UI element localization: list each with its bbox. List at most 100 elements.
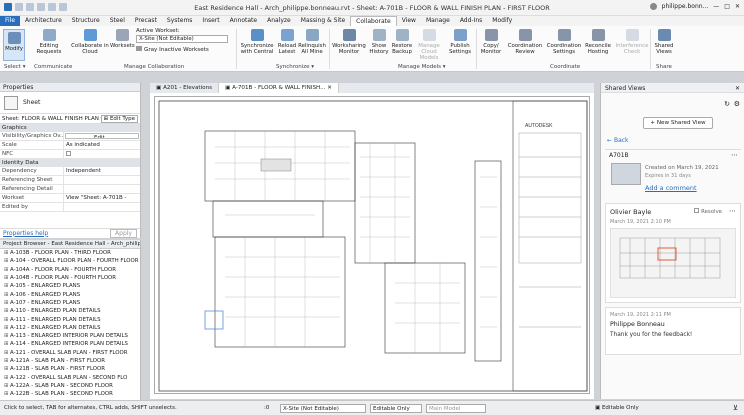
collaborate-in-cloud-button[interactable]: Collaborate in Cloud <box>70 29 110 55</box>
user-name[interactable]: philippe.bonn... <box>662 3 709 10</box>
active-workset-status-dropdown[interactable]: X-Site (Not Editable) <box>280 404 366 413</box>
browser-item[interactable]: ⊞ A-122A - SLAB PLAN - SECOND FLOOR <box>0 382 140 390</box>
browser-item[interactable]: ⊞ A-107 - ENLARGED PLANS <box>0 299 140 307</box>
vg-overrides-edit-button[interactable]: Edit... <box>65 133 139 139</box>
reload-latest-button[interactable]: Reload Latest <box>276 29 298 55</box>
minimize-icon[interactable]: — <box>713 3 719 10</box>
tab-architecture[interactable]: Architecture <box>20 16 67 26</box>
browser-item[interactable]: ⊞ A-121A - SLAB PLAN - FIRST FLOOR <box>0 357 140 365</box>
category-graphics[interactable]: Graphics <box>0 124 140 132</box>
coordination-review-button[interactable]: Coordination Review <box>506 29 544 55</box>
comment-more-icon[interactable]: ⋯ <box>729 207 736 215</box>
prop-key: Visibility/Graphics Ov... <box>2 132 64 140</box>
tab-close-icon[interactable]: ✕ <box>327 85 332 91</box>
manage-cloud-models-button[interactable]: Manage Cloud Models <box>414 29 444 61</box>
coordination-settings-button[interactable]: Coordination Settings <box>546 29 582 55</box>
browser-item[interactable]: ⊞ A-106 - ENLARGED PLANS <box>0 290 140 298</box>
tab-a201-elevations[interactable]: ▣ A201 - Elevations <box>150 83 220 93</box>
worksharing-monitor-button[interactable]: Worksharing Monitor <box>332 29 366 55</box>
browser-item[interactable]: ⊞ A-114 - ENLARGED INTERIOR PLAN DETAILS <box>0 340 140 348</box>
tab-view[interactable]: View <box>397 16 421 26</box>
browser-item[interactable]: ⊞ A-105 - ENLARGED PLANS <box>0 282 140 290</box>
shared-views-button[interactable]: Shared Views <box>652 29 676 55</box>
browser-item[interactable]: ⊞ A-103B - FLOOR PLAN - THIRD FLOOR <box>0 249 140 257</box>
tab-analyze[interactable]: Analyze <box>262 16 296 26</box>
active-workset-dropdown[interactable]: X-Site (Not Editable) <box>136 35 228 43</box>
window-title: East Residence Hall - Arch_philippe.bonn… <box>194 4 550 12</box>
browser-item[interactable]: ⊞ A-112 - ENLARGED PLAN DETAILS <box>0 324 140 332</box>
browser-item[interactable]: ⊞ A-110 - ENLARGED PLAN DETAILS <box>0 307 140 315</box>
design-option-dropdown[interactable]: Main Model <box>426 404 486 413</box>
maximize-icon[interactable]: □ <box>724 3 730 10</box>
user-icon[interactable] <box>649 3 657 10</box>
browser-item-label: A-105 - ENLARGED PLANS <box>10 283 81 290</box>
new-shared-view-button[interactable]: + New Shared View <box>643 117 713 129</box>
synchronize-with-central-button[interactable]: Synchronize with Central <box>238 29 276 55</box>
sheet-canvas[interactable]: AUTODESK <box>154 96 590 394</box>
interference-check-button[interactable]: Interference Check <box>614 29 650 55</box>
prop-value[interactable]: As indicated <box>64 141 102 149</box>
tab-collaborate[interactable]: Collaborate <box>350 16 397 26</box>
browser-item[interactable]: ⊞ A-121 - OVERALL SLAB PLAN - FIRST FLOOR <box>0 349 140 357</box>
refresh-icon[interactable]: ↻ <box>724 100 730 108</box>
properties-help-link[interactable]: Properties help <box>3 230 48 237</box>
editable-only-toggle[interactable]: ▣ Editable Only <box>595 405 639 411</box>
modify-button[interactable]: Modify <box>3 29 25 61</box>
more-options-icon[interactable]: ⋯ <box>731 151 738 159</box>
browser-item[interactable]: ⊞ A-113 - ENLARGED INTERIOR PLAN DETAILS <box>0 332 140 340</box>
tab-manage[interactable]: Manage <box>421 16 455 26</box>
browser-item[interactable]: ⊞ A-122 - OVERALL SLAB PLAN - SECOND FLO <box>0 373 140 381</box>
editing-requests-button[interactable]: Editing Requests <box>34 29 64 55</box>
tab-structure[interactable]: Structure <box>67 16 105 26</box>
prop-value[interactable] <box>64 185 68 193</box>
group-manage-models[interactable]: Manage Models ▾ <box>398 64 445 70</box>
editable-only-status[interactable]: Editable Only <box>370 404 422 413</box>
markup-thumbnail[interactable] <box>610 228 736 298</box>
group-synchronize[interactable]: Synchronize ▾ <box>276 64 314 70</box>
prop-value[interactable]: Independent <box>64 167 103 175</box>
edit-type-button[interactable]: ⊞ Edit Type <box>100 114 138 123</box>
browser-item[interactable]: ⊞ A-122B - SLAB PLAN - SECOND FLOOR <box>0 390 140 398</box>
browser-item[interactable]: ⊞ A-104 - OVERALL FLOOR PLAN - FOURTH FLO… <box>0 257 140 265</box>
show-history-button[interactable]: Show History <box>368 29 390 55</box>
settings-gear-icon[interactable]: ⚙ <box>734 100 740 108</box>
restore-backup-button[interactable]: Restore Backup <box>390 29 414 55</box>
copy-monitor-button[interactable]: Copy/ Monitor <box>478 29 504 55</box>
browser-item[interactable]: ⊞ A-104A - FLOOR PLAN - FOURTH FLOOR <box>0 266 140 274</box>
reconcile-hosting-button[interactable]: Reconcile Hosting <box>582 29 614 55</box>
type-selector[interactable]: Sheet <box>0 92 140 114</box>
category-identity[interactable]: Identity Data <box>0 159 140 167</box>
worksets-button[interactable]: Worksets <box>110 29 135 49</box>
prop-value[interactable] <box>64 203 68 211</box>
browser-item[interactable]: ⊞ A-111 - ENLARGED PLAN DETAILS <box>0 315 140 323</box>
tab-precast[interactable]: Precast <box>130 16 162 26</box>
prop-value[interactable] <box>64 176 68 184</box>
tab-systems[interactable]: Systems <box>162 16 198 26</box>
browser-item[interactable]: ⊞ A-121B - SLAB PLAN - FIRST FLOOR <box>0 365 140 373</box>
prop-value[interactable]: View "Sheet: A-701B - <box>64 194 128 202</box>
prop-key: NFC <box>0 150 64 158</box>
filter-icon[interactable]: ⊻ <box>733 404 738 412</box>
tab-annotate[interactable]: Annotate <box>225 16 262 26</box>
apply-button[interactable]: Apply <box>110 228 137 238</box>
publish-settings-button[interactable]: Publish Settings <box>446 29 474 55</box>
instance-filter-dropdown[interactable]: Sheet: FLOOR & WALL FINISH PLAN ▾ <box>0 116 101 122</box>
close-icon[interactable]: ✕ <box>735 3 740 10</box>
panel-close-icon[interactable]: ✕ <box>735 85 740 92</box>
browser-item[interactable]: ⊞ A-104B - FLOOR PLAN - FOURTH FLOOR <box>0 274 140 282</box>
tab-addins[interactable]: Add-Ins <box>455 16 487 26</box>
tab-a701b-floor-wall-finish[interactable]: ▣ A-701B - FLOOR & WALL FINISH... ✕ <box>219 83 339 93</box>
tab-file[interactable]: File <box>0 16 21 26</box>
resolve-checkbox[interactable]: Resolve <box>694 208 722 215</box>
add-comment-link[interactable]: Add a comment <box>645 184 697 192</box>
tab-insert[interactable]: Insert <box>197 16 224 26</box>
relinquish-all-mine-button[interactable]: Relinquish All Mine <box>298 29 326 55</box>
tab-massing[interactable]: Massing & Site <box>296 16 350 26</box>
nfc-checkbox[interactable] <box>64 150 73 158</box>
back-link[interactable]: ← Back <box>607 137 629 144</box>
shared-view-thumbnail[interactable] <box>611 163 641 185</box>
tab-steel[interactable]: Steel <box>105 16 130 26</box>
group-select[interactable]: Select ▾ <box>4 64 25 70</box>
gray-inactive-worksets-button[interactable]: Gray Inactive Worksets <box>136 46 228 53</box>
tab-modify[interactable]: Modify <box>487 16 517 26</box>
